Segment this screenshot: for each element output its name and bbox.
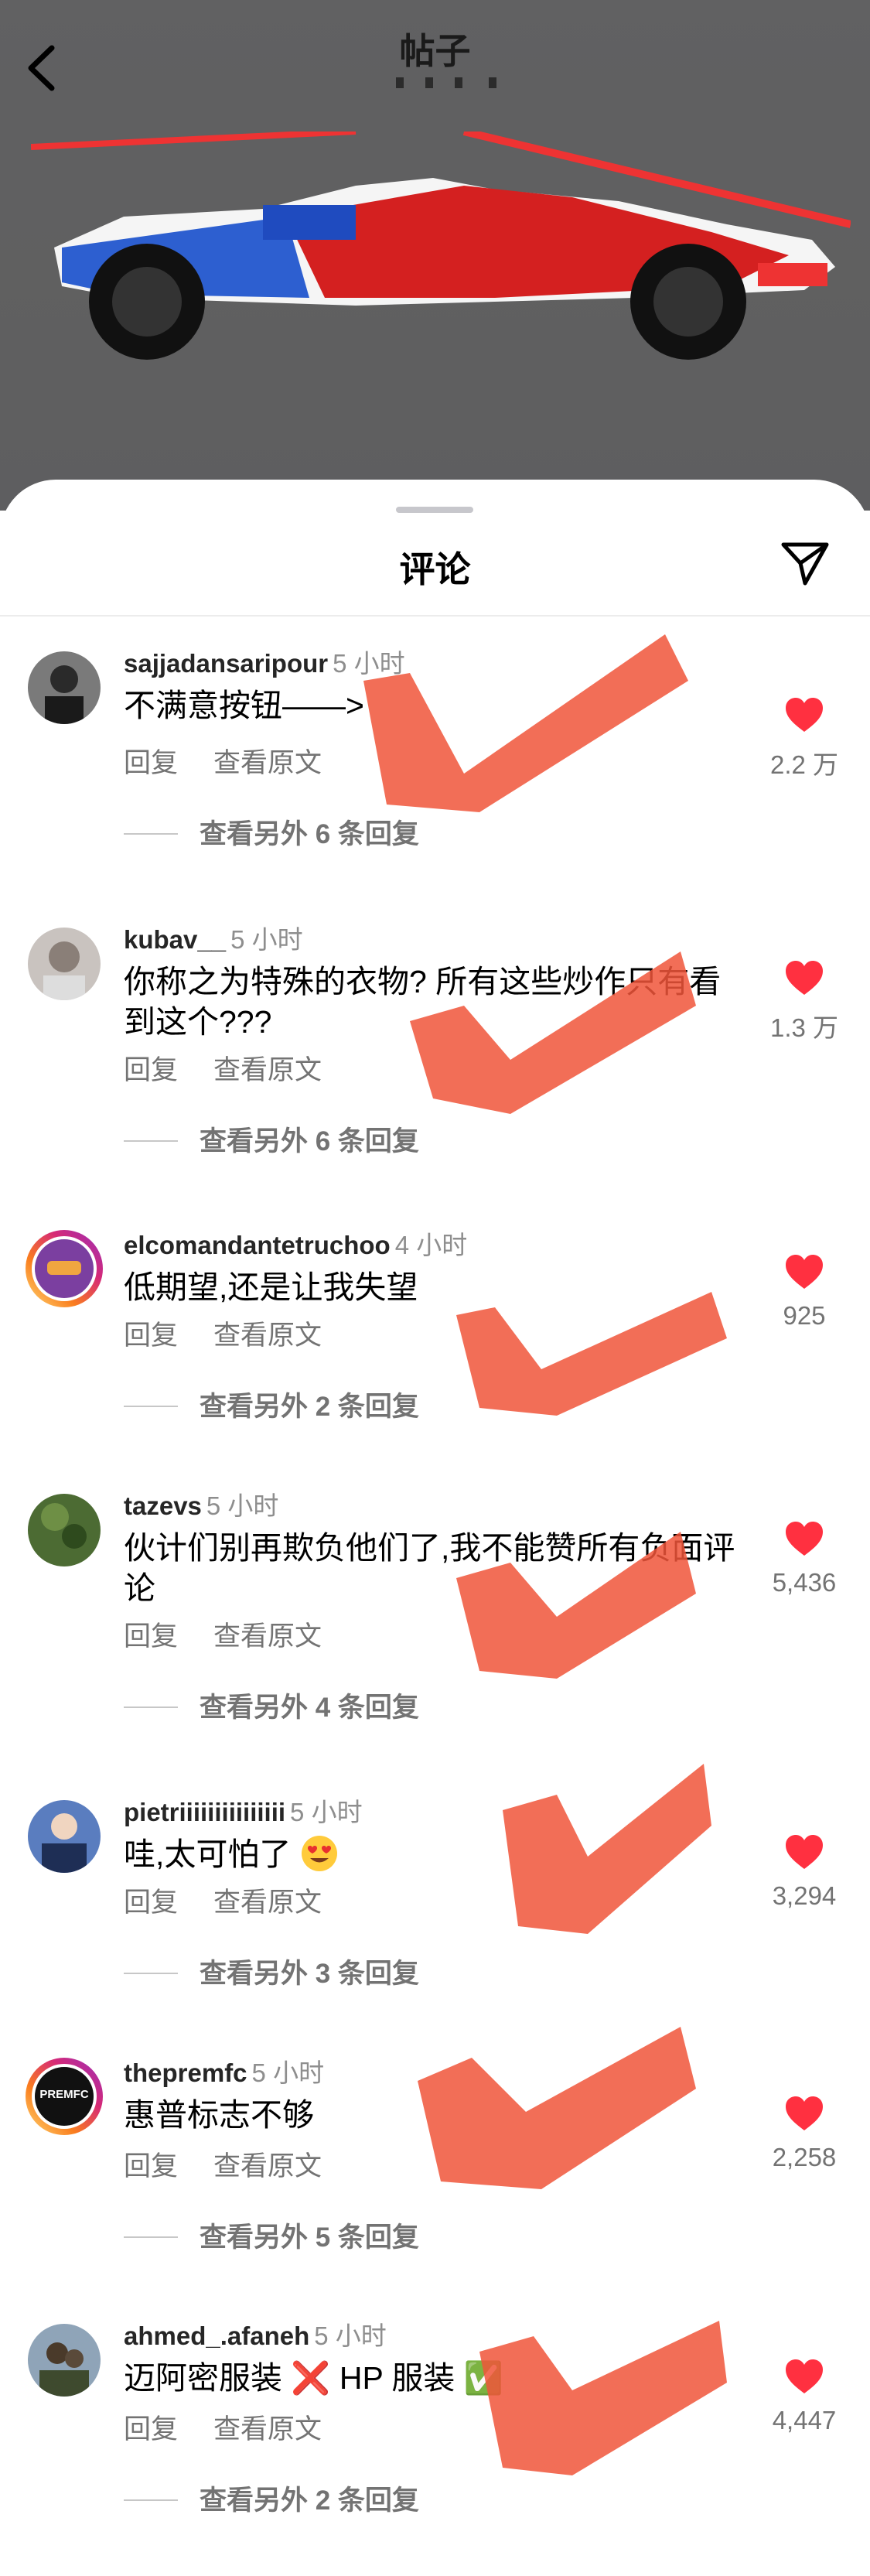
view-replies-button[interactable]: 查看另外 3 条回复 [124, 1952, 419, 1991]
comment-item: pietriiiiiiiiiiiiiii 5 小时 哇,太可怕了 回复 查看原文 查… [0, 1797, 870, 2052]
view-original-button[interactable]: 查看原文 [213, 1621, 322, 1652]
like-count: 2,258 [772, 2143, 837, 2171]
heart-like-icon[interactable] [784, 696, 824, 733]
comments-sheet: 评论 sajjadansaripour 5 小时 不满意按钮——> 回复 查看原文 … [0, 480, 870, 2523]
reply-button[interactable]: 回复 [124, 1621, 178, 1652]
heart-like-icon[interactable] [784, 1520, 824, 1557]
comment-item: sajjadansaripour 5 小时 不满意按钮——> 回复 查看原文 查看另… [0, 648, 870, 904]
view-replies-label: 查看另外 3 条回复 [200, 1959, 419, 1989]
avatar[interactable] [28, 2324, 101, 2397]
top-navigation-bar: 帖子 [0, 0, 870, 124]
comment-text-body: 哇,太可怕了 [124, 1836, 292, 1872]
heart-like-icon[interactable] [784, 1253, 824, 1290]
view-replies-button[interactable]: 查看另外 5 条回复 [124, 2216, 419, 2255]
like-count: 4,447 [772, 2406, 837, 2434]
heart-like-icon[interactable] [784, 959, 824, 996]
username[interactable]: tazevs [124, 1491, 202, 1520]
avatar[interactable] [28, 651, 101, 724]
comment-time: 5 小时 [230, 925, 303, 954]
like-count: 1.3 万 [769, 1013, 839, 1042]
view-replies-button[interactable]: 查看另外 6 条回复 [124, 1119, 419, 1159]
like-count: 2.2 万 [769, 750, 839, 779]
avatar[interactable] [28, 928, 101, 1000]
like-count: 5,436 [772, 1568, 837, 1597]
share-paper-plane-icon[interactable] [777, 535, 833, 591]
view-replies-button[interactable]: 查看另外 2 条回复 [124, 2479, 419, 2518]
comment-item: tazevs 5 小时 伙计们别再欺负他们了,我不能赞所有负面评论 回复 查看原文 … [0, 1491, 870, 1746]
reply-button[interactable]: 回复 [124, 748, 178, 778]
view-original-button[interactable]: 查看原文 [213, 2151, 322, 2181]
comment-item: PREMFC theprem​fc 5 小时 惠普标志不够 回复 查看原文 查看另外… [0, 2058, 870, 2313]
comment-item: elcomandantetruchoo 4 小时 低期望,还是让我失望 回复 查看原… [0, 1230, 870, 1485]
view-replies-button[interactable]: 查看另外 6 条回复 [124, 812, 419, 852]
comment-text: 你称之为特殊的衣物? 所有这些炒作只有看到这个??? [124, 964, 722, 1040]
comment-text: 迈阿密服装 ❌ HP 服装 ✅ [124, 2360, 503, 2396]
comment-text: 不满意按钮——> [124, 688, 364, 723]
view-replies-button[interactable]: 查看另外 2 条回复 [124, 1385, 419, 1424]
view-replies-label: 查看另外 2 条回复 [200, 1392, 419, 1422]
sheet-title: 评论 [399, 549, 471, 589]
username[interactable]: sajjadansaripour [124, 649, 328, 678]
view-replies-label: 查看另外 6 条回复 [200, 819, 419, 849]
avatar[interactable] [26, 1230, 103, 1307]
comment-time: 4 小时 [394, 1231, 468, 1259]
username-placeholder [396, 77, 496, 88]
heart-like-icon[interactable] [784, 2095, 824, 2132]
view-original-button[interactable]: 查看原文 [213, 1320, 322, 1351]
view-replies-button[interactable]: 查看另外 4 条回复 [124, 1686, 419, 1725]
comment-time: 5 小时 [290, 1798, 363, 1826]
heart-like-icon[interactable] [784, 1833, 824, 1871]
avatar-label: PREMFC [39, 2088, 89, 2101]
page-title: 帖子 [399, 31, 471, 71]
heart-eyes-emoji-icon [301, 1836, 337, 1871]
comment-text: 伙计们别再欺负他们了,我不能赞所有负面评论 [124, 1530, 735, 1606]
comment-time: 5 小时 [251, 2058, 325, 2087]
reply-button[interactable]: 回复 [124, 1055, 178, 1085]
view-replies-label: 查看另外 5 条回复 [200, 2222, 419, 2253]
avatar[interactable] [28, 1494, 101, 1566]
username[interactable]: theprem​fc [124, 2058, 247, 2087]
reply-button[interactable]: 回复 [124, 1320, 178, 1351]
view-original-button[interactable]: 查看原文 [213, 1055, 322, 1085]
divider [0, 615, 870, 617]
comment-time: 5 小时 [206, 1491, 279, 1520]
view-replies-label: 查看另外 6 条回复 [200, 1126, 419, 1156]
comment-time: 5 小时 [314, 2321, 387, 2350]
view-original-button[interactable]: 查看原文 [213, 2414, 322, 2444]
comment-item: ahmed_.afaneh 5 小时 迈阿密服装 ❌ HP 服装 ✅ 回复 查看原文… [0, 2321, 870, 2576]
heart-like-icon[interactable] [784, 2358, 824, 2395]
like-count: 925 [783, 1301, 826, 1330]
reply-button[interactable]: 回复 [124, 1888, 178, 1918]
comment-time: 5 小时 [333, 649, 405, 678]
sheet-grabber[interactable] [396, 507, 473, 513]
comment-text: 哇,太可怕了 [124, 1834, 742, 1874]
race-car-image [31, 132, 851, 360]
view-original-button[interactable]: 查看原文 [213, 1888, 322, 1918]
reply-button[interactable]: 回复 [124, 2151, 178, 2181]
comment-item: kubav__ 5 小时 你称之为特殊的衣物? 所有这些炒作只有看到这个??? 回… [0, 924, 870, 1180]
view-replies-label: 查看另外 2 条回复 [200, 2485, 419, 2516]
username[interactable]: pietriiiiiiiiiiiiiii [124, 1798, 285, 1826]
avatar[interactable]: PREMFC [26, 2058, 103, 2135]
reply-button[interactable]: 回复 [124, 2414, 178, 2444]
avatar[interactable] [28, 1800, 101, 1873]
username[interactable]: ahmed_.afaneh [124, 2321, 309, 2350]
comment-text: 低期望,还是让我失望 [124, 1269, 418, 1305]
like-count: 3,294 [772, 1881, 837, 1910]
comment-text: 惠普标志不够 [124, 2097, 314, 2133]
username[interactable]: kubav__ [124, 925, 226, 954]
view-original-button[interactable]: 查看原文 [213, 748, 322, 778]
view-replies-label: 查看另外 4 条回复 [200, 1693, 419, 1723]
username[interactable]: elcomandantetruchoo [124, 1231, 391, 1259]
